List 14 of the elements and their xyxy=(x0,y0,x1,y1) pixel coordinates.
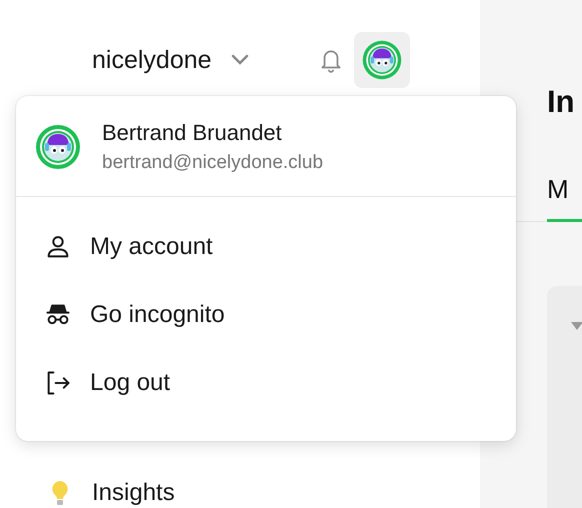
caret-icon xyxy=(571,322,582,330)
workspace-name[interactable]: nicelydone xyxy=(92,46,212,74)
nav-item[interactable]: Insights xyxy=(92,479,175,507)
page-title: In xyxy=(547,84,576,120)
user-name: Bertrand Bruandet xyxy=(102,120,283,146)
menu-item[interactable]: Log out xyxy=(16,349,516,417)
avatar-icon xyxy=(360,39,403,81)
user-email: bertrand@nicelydone.club xyxy=(102,152,324,174)
avatar-button[interactable] xyxy=(354,32,410,88)
chevron-down-icon[interactable] xyxy=(230,54,250,66)
tab[interactable]: M xyxy=(547,174,582,222)
menu-item[interactable]: My account xyxy=(16,213,516,281)
menu-item[interactable]: Go incognito xyxy=(16,281,516,349)
avatar-icon xyxy=(34,123,82,171)
